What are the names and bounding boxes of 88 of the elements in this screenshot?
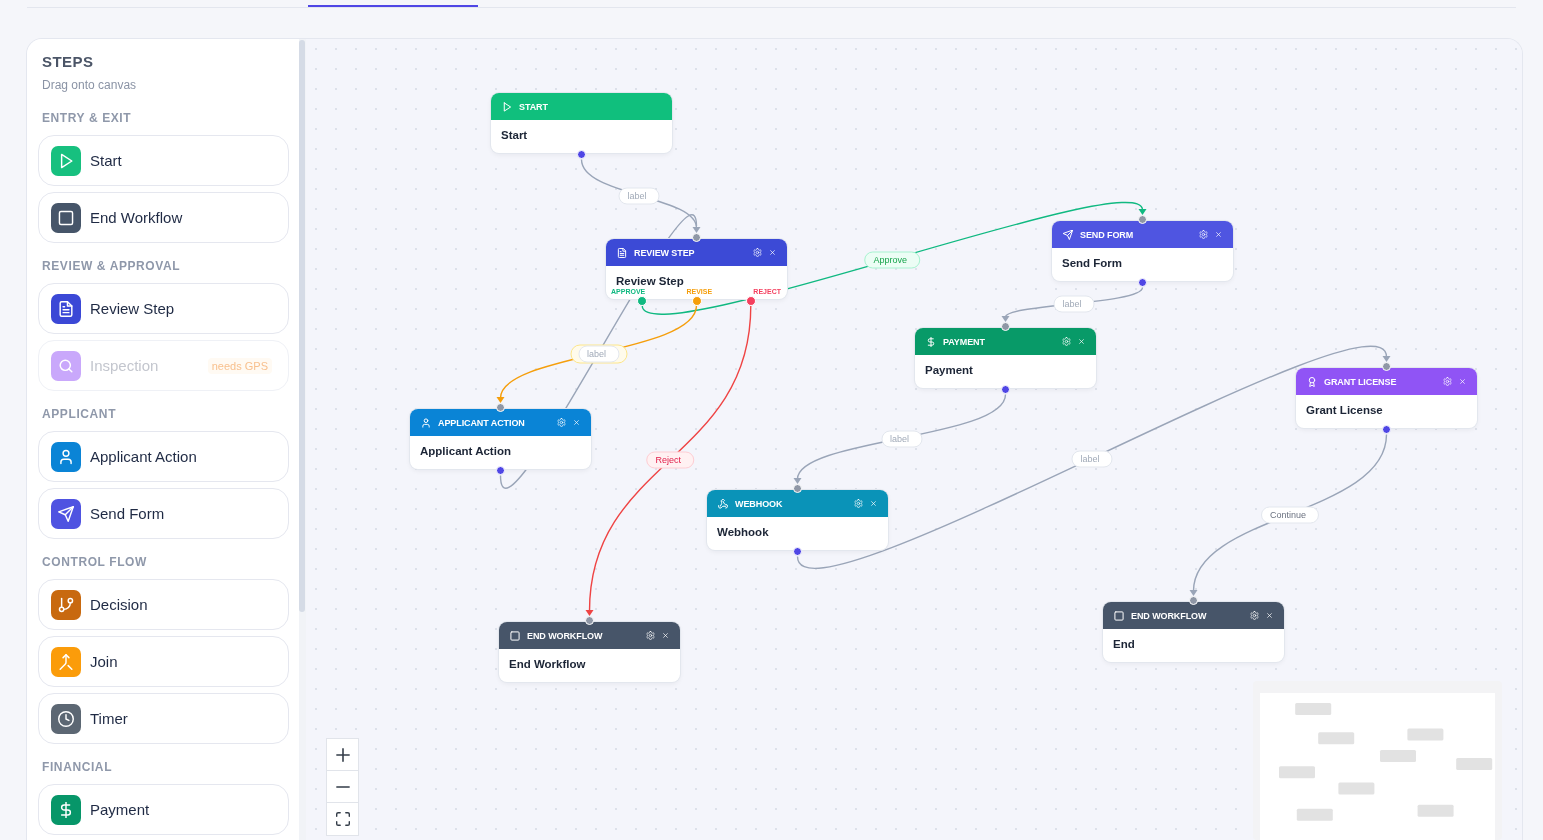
output-handle-icon[interactable] — [577, 150, 586, 159]
section-heading: CONTROL FLOW — [41, 554, 148, 570]
settings-icon[interactable] — [1443, 377, 1452, 386]
node-type-label: PAYMENT — [943, 335, 985, 348]
play-icon — [502, 101, 512, 112]
node-type-label: SEND FORM — [1080, 228, 1134, 241]
section-heading: APPLICANT — [41, 406, 118, 422]
input-handle-icon[interactable] — [692, 232, 701, 242]
output-handle-icon[interactable] — [793, 547, 802, 556]
node-title: End — [1112, 637, 1136, 652]
settings-icon[interactable] — [1062, 337, 1071, 346]
node-title: Send Form — [1061, 256, 1124, 271]
input-handle-icon[interactable] — [1382, 361, 1391, 371]
step-item[interactable]: Payment — [38, 784, 289, 835]
input-handle-icon[interactable] — [585, 615, 594, 625]
workflow-node[interactable]: GRANT LICENSE Grant License — [1296, 368, 1477, 428]
input-handle-icon[interactable] — [1001, 321, 1010, 331]
workflow-node[interactable]: END WORKFLOW End — [1103, 602, 1284, 662]
settings-icon[interactable] — [753, 248, 762, 257]
node-type-label: END WORKFLOW — [1131, 609, 1207, 622]
node-type-label: END WORKFLOW — [527, 629, 603, 642]
close-icon[interactable] — [1459, 378, 1466, 385]
node-type-label: GRANT LICENSE — [1324, 375, 1397, 388]
step-item[interactable]: Timer — [38, 693, 289, 744]
node-title: Applicant Action — [419, 444, 512, 459]
sidebar-title: STEPS — [41, 52, 95, 72]
node-type-label: REVIEW STEP — [634, 246, 695, 259]
close-icon[interactable] — [1266, 612, 1273, 619]
node-title: Webhook — [716, 525, 770, 540]
fit-view-icon — [335, 812, 350, 826]
square-icon — [1114, 610, 1124, 621]
node-title: Grant License — [1305, 403, 1384, 418]
output-handle-icon[interactable] — [1138, 278, 1147, 287]
step-item[interactable]: Join — [38, 636, 289, 687]
dollar-icon — [926, 336, 936, 347]
webhook-icon — [718, 498, 728, 509]
close-icon[interactable] — [1078, 338, 1085, 345]
settings-icon[interactable] — [557, 418, 566, 427]
workflow-node[interactable]: PAYMENT Payment — [915, 328, 1096, 388]
node-type-label: WEBHOOK — [735, 497, 783, 510]
output-handle-icon[interactable] — [1001, 385, 1010, 394]
node-type-label: START — [519, 100, 548, 113]
workflow-node[interactable]: APPLICANT ACTION Applicant Action — [410, 409, 591, 469]
input-handle-icon[interactable] — [496, 402, 505, 412]
document-icon — [617, 247, 627, 258]
step-item[interactable]: End Workflow — [38, 192, 289, 243]
workflow-node[interactable]: SEND FORM Send Form — [1052, 221, 1233, 281]
sidebar-subtitle: Drag onto canvas — [41, 77, 138, 93]
step-item[interactable]: Send Form — [38, 488, 289, 539]
input-handle-icon[interactable] — [1138, 214, 1147, 224]
edge-label[interactable]: Reject — [646, 451, 694, 469]
close-icon[interactable] — [573, 419, 580, 426]
node-title: Start — [500, 128, 529, 143]
requirement-badge: needs GPS — [207, 357, 272, 374]
node-type-label: APPLICANT ACTION — [438, 416, 525, 429]
settings-icon[interactable] — [646, 631, 655, 640]
plus-icon — [335, 747, 350, 762]
workflow-node[interactable]: END WORKFLOW End Workflow — [499, 622, 680, 682]
step-item[interactable]: Review Step — [38, 283, 289, 334]
node-title: Review Step — [615, 274, 685, 289]
minus-icon — [335, 785, 350, 788]
scrollbar[interactable] — [299, 40, 305, 612]
close-icon[interactable] — [1215, 231, 1222, 238]
close-icon[interactable] — [662, 632, 669, 639]
step-item[interactable]: Start — [38, 135, 289, 186]
workflow-node[interactable]: WEBHOOK Webhook — [707, 490, 888, 550]
step-item[interactable]: Applicant Action — [38, 431, 289, 482]
section-heading: ENTRY & EXIT — [41, 110, 133, 126]
node-title: Payment — [924, 363, 974, 378]
workflow-node[interactable]: START Start — [491, 93, 672, 153]
paper-plane-icon — [1063, 229, 1073, 240]
input-handle-icon[interactable] — [793, 483, 802, 493]
edge-label[interactable]: Continue — [1261, 506, 1319, 524]
output-handle-icon[interactable] — [1382, 425, 1391, 434]
settings-icon[interactable] — [1250, 611, 1259, 620]
node-title: End Workflow — [508, 657, 587, 672]
close-icon[interactable] — [769, 249, 776, 256]
section-heading: REVIEW & APPROVAL — [41, 258, 182, 274]
output-handle-icon[interactable] — [496, 466, 505, 475]
section-heading: FINANCIAL — [41, 759, 114, 775]
settings-icon[interactable] — [854, 499, 863, 508]
step-item[interactable]: Decision — [38, 579, 289, 630]
input-handle-icon[interactable] — [1189, 595, 1198, 605]
settings-icon[interactable] — [1199, 230, 1208, 239]
user-icon — [421, 417, 431, 428]
close-icon[interactable] — [870, 500, 877, 507]
square-icon — [510, 630, 520, 641]
award-ribbon-icon — [1307, 376, 1317, 387]
